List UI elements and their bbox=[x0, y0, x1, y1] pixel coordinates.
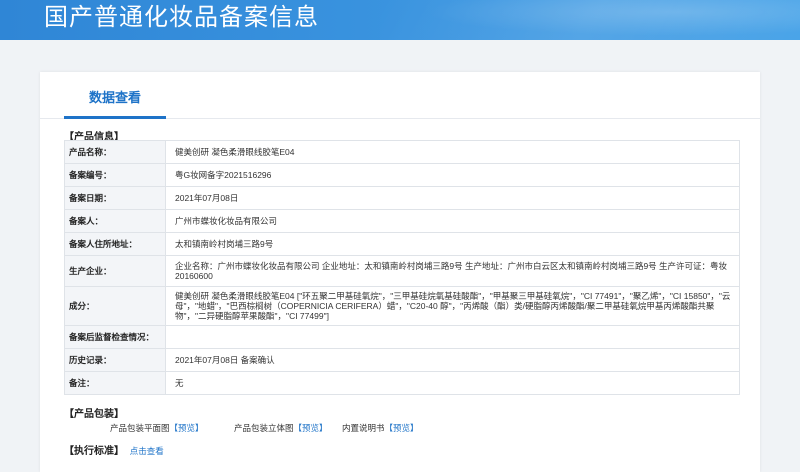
standard-view-link[interactable]: 点击查看 bbox=[130, 446, 164, 456]
content-card: 数据查看 【产品信息】 产品名称： 健美创研 凝色柔滑眼线胶笔E04 备案编号：… bbox=[40, 72, 760, 472]
row-label: 生产企业： bbox=[64, 255, 166, 287]
tab-data-view[interactable]: 数据查看 bbox=[64, 72, 166, 119]
packaging-item-label: 产品包装平面图 bbox=[110, 423, 170, 433]
row-label: 历史记录： bbox=[64, 348, 166, 372]
packaging-item-label: 产品包装立体图 bbox=[234, 423, 294, 433]
standard-title-label: 【执行标准】 bbox=[64, 446, 124, 457]
packaging-item: 产品包装立体图【预览】 bbox=[234, 422, 328, 434]
manual-preview-link[interactable]: 【预览】 bbox=[385, 423, 419, 433]
packaging-section-title: 【产品包装】 bbox=[64, 409, 124, 420]
product-info-table: 产品名称： 健美创研 凝色柔滑眼线胶笔E04 备案编号： 粤G妆网备字20215… bbox=[64, 140, 740, 395]
row-label: 备案日期： bbox=[64, 186, 166, 210]
registrant-address-value: 太和镇南岭村岗埔三路9号 bbox=[165, 232, 740, 256]
ingredients-value: 健美创研 凝色柔滑眼线胶笔E04 ["环五聚二甲基硅氧烷"，"三甲基硅烷氧基硅酸… bbox=[165, 286, 740, 326]
table-row: 备案后监督检查情况： bbox=[64, 325, 740, 349]
row-label: 备案人住所地址： bbox=[64, 232, 166, 256]
table-row: 备案人： 广州市蝶妆化妆品有限公司 bbox=[64, 209, 740, 233]
3d-view-preview-link[interactable]: 【预览】 bbox=[294, 423, 328, 433]
row-label: 备案编号： bbox=[64, 163, 166, 187]
table-row: 备案人住所地址： 太和镇南岭村岗埔三路9号 bbox=[64, 232, 740, 256]
row-label: 产品名称： bbox=[64, 140, 166, 164]
header-banner: 国产普通化妆品备案信息 bbox=[0, 0, 800, 40]
history-value: 2021年07月08日 备案确认 bbox=[165, 348, 740, 372]
registrant-value: 广州市蝶妆化妆品有限公司 bbox=[165, 209, 740, 233]
table-row: 产品名称： 健美创研 凝色柔滑眼线胶笔E04 bbox=[64, 140, 740, 164]
row-label: 成分： bbox=[64, 286, 166, 326]
banner-decoration bbox=[380, 0, 800, 40]
table-row: 备案日期： 2021年07月08日 bbox=[64, 186, 740, 210]
page-title: 国产普通化妆品备案信息 bbox=[44, 4, 319, 31]
table-row: 生产企业： 企业名称：广州市蝶妆化妆品有限公司 企业地址：太和镇南岭村岗埔三路9… bbox=[64, 255, 740, 287]
row-label: 备注： bbox=[64, 371, 166, 395]
row-label: 备案后监督检查情况： bbox=[64, 325, 166, 349]
table-row: 备注： 无 bbox=[64, 371, 740, 395]
standard-section-title: 【执行标准】 点击查看 bbox=[64, 442, 164, 457]
record-number-value: 粤G妆网备字2021516296 bbox=[165, 163, 740, 187]
manufacturer-value: 企业名称：广州市蝶妆化妆品有限公司 企业地址：太和镇南岭村岗埔三路9号 生产地址… bbox=[165, 255, 740, 287]
product-name-value: 健美创研 凝色柔滑眼线胶笔E04 bbox=[165, 140, 740, 164]
tab-label: 数据查看 bbox=[88, 90, 141, 105]
flat-view-preview-link[interactable]: 【预览】 bbox=[170, 423, 204, 433]
tab-active-indicator bbox=[64, 116, 166, 119]
packaging-item: 内置说明书【预览】 bbox=[342, 422, 419, 434]
row-label: 备案人： bbox=[64, 209, 166, 233]
record-date-value: 2021年07月08日 bbox=[165, 186, 740, 210]
packaging-item: 产品包装平面图【预览】 bbox=[110, 422, 204, 434]
packaging-item-label: 内置说明书 bbox=[342, 423, 385, 433]
table-row: 成分： 健美创研 凝色柔滑眼线胶笔E04 ["环五聚二甲基硅氧烷"，"三甲基硅烷… bbox=[64, 286, 740, 326]
inspection-value bbox=[165, 325, 740, 349]
table-row: 历史记录： 2021年07月08日 备案确认 bbox=[64, 348, 740, 372]
tab-bar: 数据查看 bbox=[40, 72, 760, 119]
remarks-value: 无 bbox=[165, 371, 740, 395]
table-row: 备案编号： 粤G妆网备字2021516296 bbox=[64, 163, 740, 187]
